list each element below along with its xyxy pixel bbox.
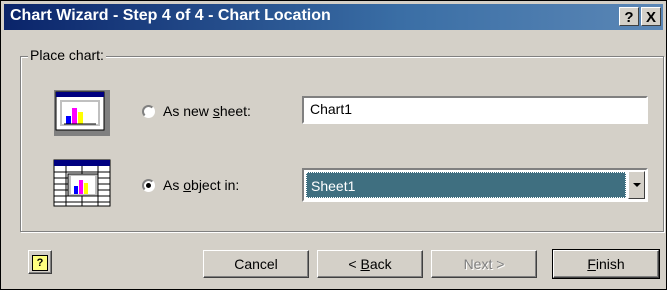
cancel-button[interactable]: Cancel (203, 250, 309, 278)
help-icon: ? (32, 255, 48, 271)
back-button-prefix: < (348, 256, 361, 272)
finish-button[interactable]: Finish (552, 249, 660, 279)
help-button[interactable]: ? (28, 250, 52, 274)
new-sheet-chart-icon (54, 90, 110, 136)
new-sheet-label-rest: heet: (219, 103, 251, 119)
back-button-hotkey: B (360, 256, 370, 272)
new-sheet-radio[interactable] (142, 105, 155, 118)
next-button: Next > (431, 250, 537, 278)
as-object-label-rest: bject in: (191, 177, 240, 193)
as-object-label-hotkey: o (183, 177, 192, 193)
dropdown-button[interactable] (628, 171, 645, 199)
object-sheet-selected-value: Sheet1 (306, 172, 626, 198)
back-button-rest: ack (369, 256, 392, 272)
close-button[interactable]: X (641, 7, 661, 26)
dialog-title: Chart Wizard - Step 4 of 4 - Chart Locat… (10, 7, 331, 24)
as-object-label[interactable]: As object in: (163, 177, 239, 193)
object-sheet-select[interactable]: Sheet1 (302, 168, 648, 202)
new-sheet-label[interactable]: As new sheet: (163, 103, 251, 119)
title-bar[interactable]: Chart Wizard - Step 4 of 4 - Chart Locat… (4, 4, 663, 30)
finish-button-hotkey: F (587, 256, 596, 272)
radio-selected-dot (146, 183, 151, 188)
place-chart-group (20, 56, 664, 232)
chevron-down-icon (633, 183, 641, 187)
embedded-chart-icon (53, 159, 111, 207)
new-sheet-name-input[interactable]: Chart1 (302, 96, 648, 124)
back-button[interactable]: < Back (317, 250, 423, 278)
new-sheet-label-text: As new (163, 103, 213, 119)
as-object-radio[interactable] (142, 179, 155, 192)
finish-button-rest: inish (595, 256, 625, 272)
place-chart-label: Place chart: (28, 47, 106, 63)
title-help-button[interactable]: ? (619, 7, 639, 26)
as-object-label-text: As (163, 177, 184, 193)
new-sheet-label-hotkey: s (212, 103, 220, 119)
